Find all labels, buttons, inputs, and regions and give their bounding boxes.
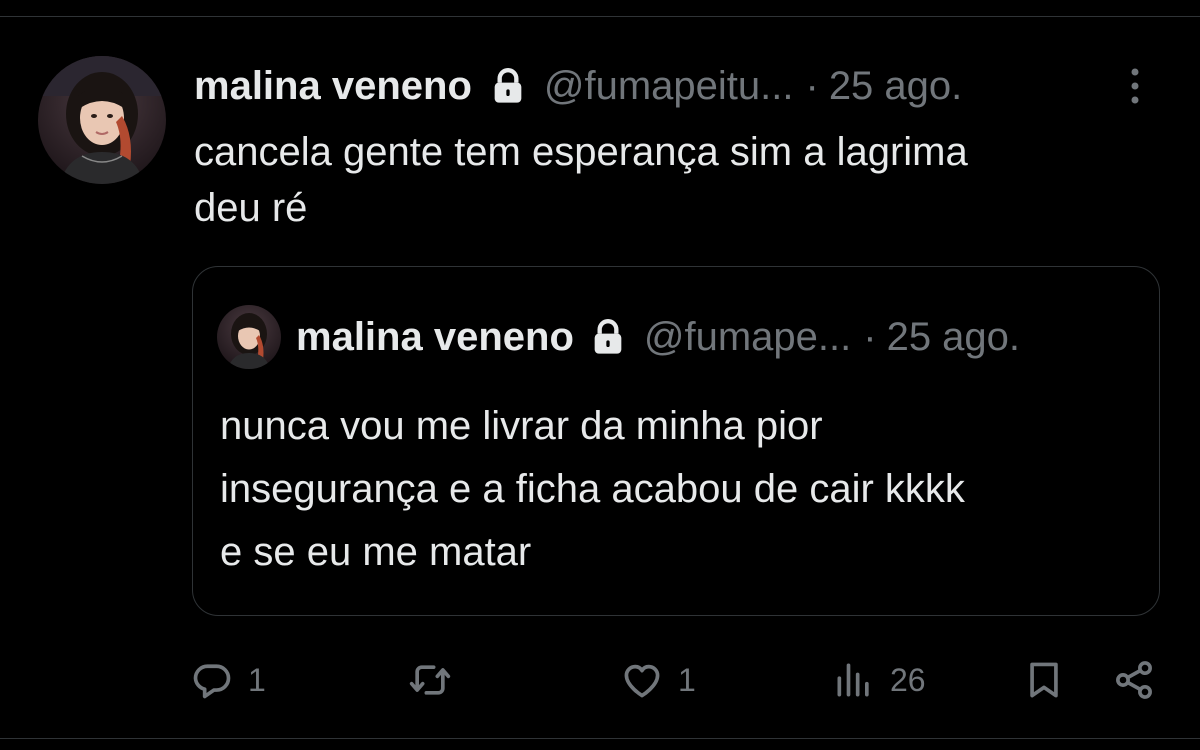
more-options-button[interactable] (1120, 64, 1150, 108)
quoted-tweet-header: malina veneno @fumape... · 25 ago. (296, 311, 1020, 363)
like-button[interactable]: 1 (620, 650, 696, 710)
views-button[interactable]: 26 (832, 650, 926, 710)
quoted-author-name: malina veneno (296, 315, 574, 359)
quoted-tweet-card[interactable]: malina veneno @fumape... · 25 ago. nunca… (192, 266, 1160, 616)
bookmark-button[interactable] (1022, 650, 1066, 710)
lock-icon (488, 66, 528, 106)
avatar-photo (38, 56, 166, 184)
reply-button[interactable]: 1 (190, 650, 266, 710)
like-count: 1 (678, 661, 696, 698)
quoted-tweet-text: nunca vou me livrar da minha pior insegu… (220, 404, 965, 574)
quoted-avatar-photo (217, 305, 281, 369)
lock-icon (588, 317, 628, 357)
views-count: 26 (890, 661, 926, 698)
quoted-separator-dot: · (863, 315, 877, 359)
share-icon (1112, 658, 1156, 702)
retweet-button[interactable] (408, 650, 466, 710)
top-divider (0, 16, 1200, 17)
quoted-avatar (217, 305, 281, 369)
author-name[interactable]: malina veneno (194, 60, 472, 112)
quoted-author-handle: @fumape... (643, 315, 852, 359)
heart-icon (620, 658, 664, 702)
author-handle[interactable]: @fumapeitu... (544, 60, 794, 112)
action-bar: 1 1 26 (0, 650, 1200, 710)
bookmark-icon (1022, 658, 1066, 702)
tweet-text: cancela gente tem esperança sim a lagrim… (194, 130, 968, 230)
reply-count: 1 (248, 661, 266, 698)
bottom-divider (0, 738, 1200, 739)
views-chart-icon (832, 658, 876, 702)
separator-dot: · (805, 64, 819, 108)
avatar[interactable] (38, 56, 166, 184)
retweet-icon (408, 658, 452, 702)
reply-icon (190, 658, 234, 702)
quoted-tweet-date: 25 ago. (886, 315, 1021, 359)
tweet-date[interactable]: 25 ago. (829, 60, 962, 112)
share-button[interactable] (1112, 650, 1156, 710)
more-vertical-icon (1131, 68, 1139, 104)
tweet-header: malina veneno @fumapeitu... · 25 ago. (194, 60, 962, 112)
